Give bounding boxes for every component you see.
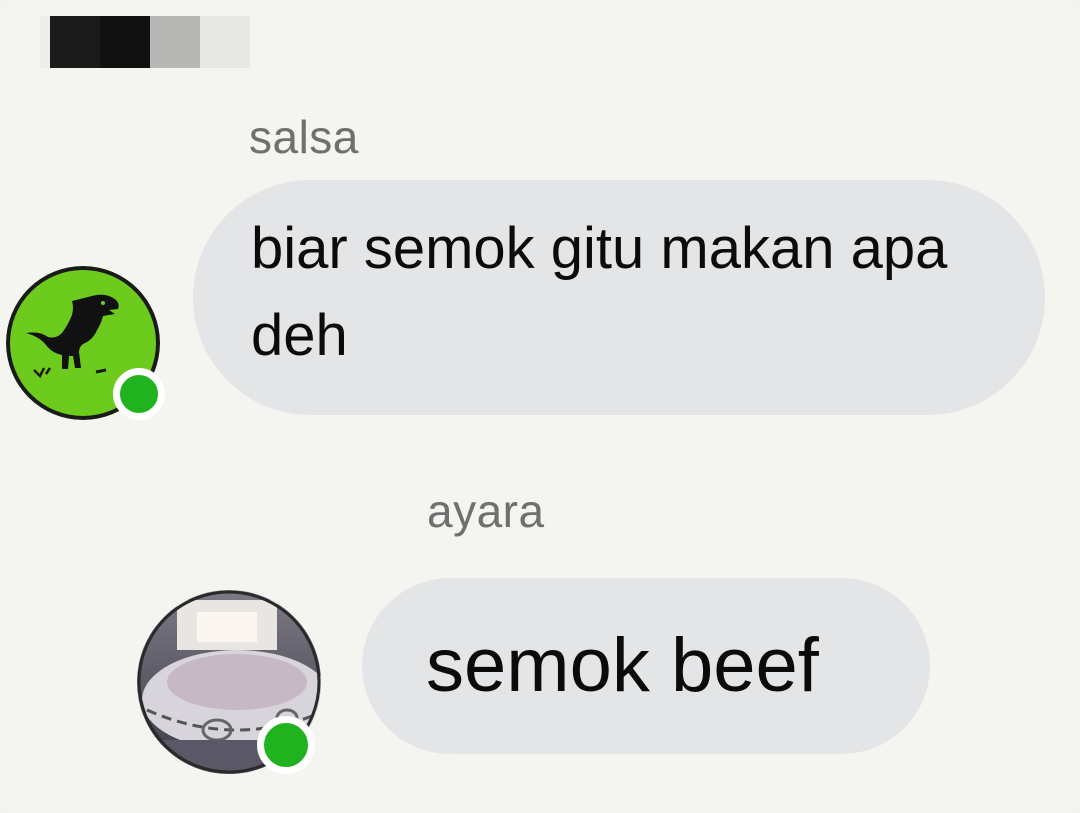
sender-name: ayara <box>427 485 545 537</box>
message-bubble[interactable]: biar semok gitu makan apa deh <box>193 180 1045 415</box>
redacted-header <box>40 16 250 68</box>
chat-screenshot: salsa biar semok gitu makan apa deh ayar… <box>0 0 1080 813</box>
online-status-dot <box>257 716 315 774</box>
message-bubble[interactable]: semok beef <box>362 578 930 754</box>
avatar[interactable] <box>137 590 321 774</box>
sender-name: salsa <box>249 111 359 163</box>
avatar[interactable] <box>6 266 165 420</box>
online-status-dot <box>113 368 165 420</box>
